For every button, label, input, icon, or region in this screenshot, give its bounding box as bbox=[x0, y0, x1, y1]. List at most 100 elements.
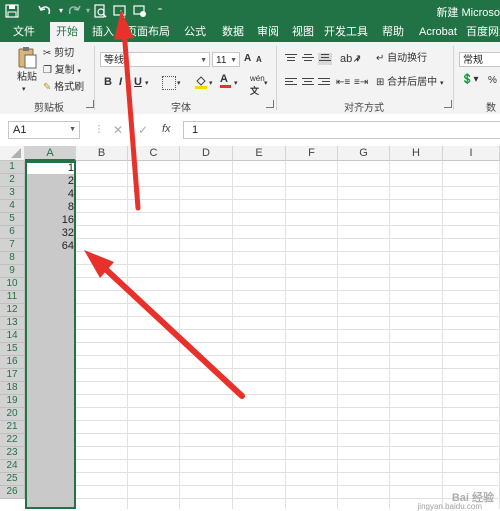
cell-a5[interactable]: 16 bbox=[27, 214, 74, 227]
screenshot-icon[interactable] bbox=[132, 3, 148, 19]
worksheet-grid[interactable]: A B C D E F G H I 1 2 3 4 5 6 7 8 9 10 11 12 13 14 15 1… bbox=[0, 146, 500, 509]
row-header[interactable]: 10 bbox=[0, 278, 25, 291]
row-header[interactable]: 1 bbox=[0, 161, 25, 174]
customize-qat-icon[interactable]: ⁼ bbox=[152, 3, 168, 19]
cell-a7[interactable]: 64 bbox=[27, 240, 74, 253]
align-right-icon[interactable] bbox=[318, 78, 330, 88]
font-launcher-icon[interactable] bbox=[266, 100, 274, 108]
tab-formulas[interactable]: 公式 bbox=[180, 22, 210, 42]
phonetic-dropdown-icon[interactable]: ▾ bbox=[264, 78, 268, 90]
underline-dropdown-icon[interactable]: ▾ bbox=[145, 78, 149, 90]
column-header[interactable]: D bbox=[180, 146, 233, 161]
copy-button[interactable]: ❐ 复制 ▾ bbox=[43, 65, 81, 78]
row-header[interactable]: 4 bbox=[0, 200, 25, 213]
column-header[interactable]: I bbox=[443, 146, 500, 161]
tab-view[interactable]: 视图 bbox=[288, 22, 318, 42]
select-all-corner[interactable] bbox=[0, 146, 25, 161]
align-bottom-icon[interactable] bbox=[318, 53, 332, 65]
row-header[interactable]: 22 bbox=[0, 434, 25, 447]
cell-a3[interactable]: 4 bbox=[27, 188, 74, 201]
decrease-indent-icon[interactable]: ⇤≡ bbox=[336, 77, 350, 89]
row-header[interactable]: 16 bbox=[0, 356, 25, 369]
fill-color-icon[interactable] bbox=[194, 75, 208, 89]
row-header[interactable]: 2 bbox=[0, 174, 25, 187]
formula-input[interactable]: 1 bbox=[183, 121, 500, 139]
orientation-dropdown-icon[interactable]: ▾ bbox=[356, 55, 360, 67]
cell-a6[interactable]: 32 bbox=[27, 227, 74, 240]
fill-dropdown-icon[interactable]: ▾ bbox=[209, 78, 213, 90]
bold-button[interactable]: B bbox=[104, 75, 112, 89]
select-visible-icon[interactable] bbox=[112, 3, 128, 19]
row-header[interactable]: 12 bbox=[0, 304, 25, 317]
tab-review[interactable]: 审阅 bbox=[253, 22, 283, 42]
cell-a2[interactable]: 2 bbox=[27, 175, 74, 188]
row-header[interactable]: 26 bbox=[0, 486, 25, 499]
tab-acrobat[interactable]: Acrobat bbox=[416, 22, 460, 42]
row-header[interactable]: 11 bbox=[0, 291, 25, 304]
column-header[interactable]: C bbox=[128, 146, 180, 161]
border-icon[interactable] bbox=[162, 76, 176, 90]
increase-font-button[interactable]: A bbox=[244, 52, 251, 66]
row-header[interactable]: 13 bbox=[0, 317, 25, 330]
paste-icon[interactable] bbox=[16, 46, 38, 70]
name-box[interactable]: A1 ▼ bbox=[8, 121, 80, 139]
row-header[interactable]: 24 bbox=[0, 460, 25, 473]
tab-help[interactable]: 帮助 bbox=[378, 22, 408, 42]
increase-indent-icon[interactable]: ≡⇥ bbox=[354, 77, 368, 89]
undo-icon[interactable] bbox=[37, 3, 53, 19]
row-header[interactable]: 14 bbox=[0, 330, 25, 343]
print-preview-icon[interactable] bbox=[92, 3, 108, 19]
row-header[interactable]: 21 bbox=[0, 421, 25, 434]
alignment-launcher-icon[interactable] bbox=[444, 100, 452, 108]
row-header[interactable]: 6 bbox=[0, 226, 25, 239]
tab-data[interactable]: 数据 bbox=[218, 22, 248, 42]
insert-function-icon[interactable]: fx bbox=[162, 123, 171, 135]
row-header[interactable]: 20 bbox=[0, 408, 25, 421]
underline-button[interactable]: U bbox=[134, 75, 142, 89]
row-header[interactable]: 19 bbox=[0, 395, 25, 408]
enter-check-icon[interactable]: ✓ bbox=[138, 123, 148, 137]
percent-button[interactable]: % bbox=[488, 75, 497, 87]
font-color-icon[interactable]: A bbox=[220, 74, 232, 89]
font-name-dropdown[interactable]: 等线 ▼ bbox=[100, 52, 210, 67]
wrap-text-button[interactable]: ↵ 自动换行 bbox=[376, 53, 427, 65]
row-header[interactable]: 3 bbox=[0, 187, 25, 200]
cell-a4[interactable]: 8 bbox=[27, 201, 74, 214]
border-dropdown-icon[interactable]: ▾ bbox=[177, 78, 181, 90]
decrease-font-button[interactable]: A bbox=[256, 53, 262, 67]
column-header[interactable]: E bbox=[233, 146, 286, 161]
accounting-format-icon[interactable]: 💲▾ bbox=[461, 74, 478, 86]
cell-a1[interactable]: 1 bbox=[27, 162, 74, 175]
paste-dropdown-icon[interactable]: ▾ bbox=[22, 84, 26, 96]
tab-developer[interactable]: 开发工具 bbox=[324, 22, 368, 42]
row-header[interactable]: 15 bbox=[0, 343, 25, 356]
row-header[interactable]: 18 bbox=[0, 382, 25, 395]
clipboard-launcher-icon[interactable] bbox=[86, 100, 94, 108]
font-color-dropdown-icon[interactable]: ▾ bbox=[234, 78, 238, 90]
align-left-icon[interactable] bbox=[285, 78, 297, 88]
tab-baidu-netdisk[interactable]: 百度网盘 bbox=[466, 22, 500, 42]
row-header[interactable]: 17 bbox=[0, 369, 25, 382]
column-header[interactable]: F bbox=[286, 146, 338, 161]
phonetic-button[interactable]: wén 文 bbox=[250, 73, 265, 98]
row-header[interactable]: 5 bbox=[0, 213, 25, 226]
row-header[interactable]: 8 bbox=[0, 252, 25, 265]
align-middle-icon[interactable] bbox=[302, 54, 314, 64]
row-header[interactable]: 7 bbox=[0, 239, 25, 252]
column-header[interactable]: H bbox=[390, 146, 443, 161]
font-size-dropdown[interactable]: 11 ▼ bbox=[212, 52, 240, 67]
row-header[interactable]: 23 bbox=[0, 447, 25, 460]
tab-page-layout[interactable]: 页面布局 bbox=[126, 22, 170, 42]
cut-button[interactable]: ✂ 剪切 bbox=[43, 48, 74, 60]
italic-button[interactable]: I bbox=[119, 75, 122, 89]
paste-button[interactable]: 粘贴 bbox=[17, 72, 37, 84]
align-top-icon[interactable] bbox=[285, 54, 297, 64]
cancel-icon[interactable]: ✕ bbox=[113, 123, 123, 137]
row-header[interactable]: 9 bbox=[0, 265, 25, 278]
column-header[interactable]: G bbox=[338, 146, 390, 161]
column-header[interactable]: B bbox=[76, 146, 128, 161]
tab-file[interactable]: 文件 bbox=[4, 22, 44, 42]
column-header[interactable]: A bbox=[25, 146, 76, 161]
tab-insert[interactable]: 插入 bbox=[88, 22, 118, 42]
row-header[interactable]: 25 bbox=[0, 473, 25, 486]
